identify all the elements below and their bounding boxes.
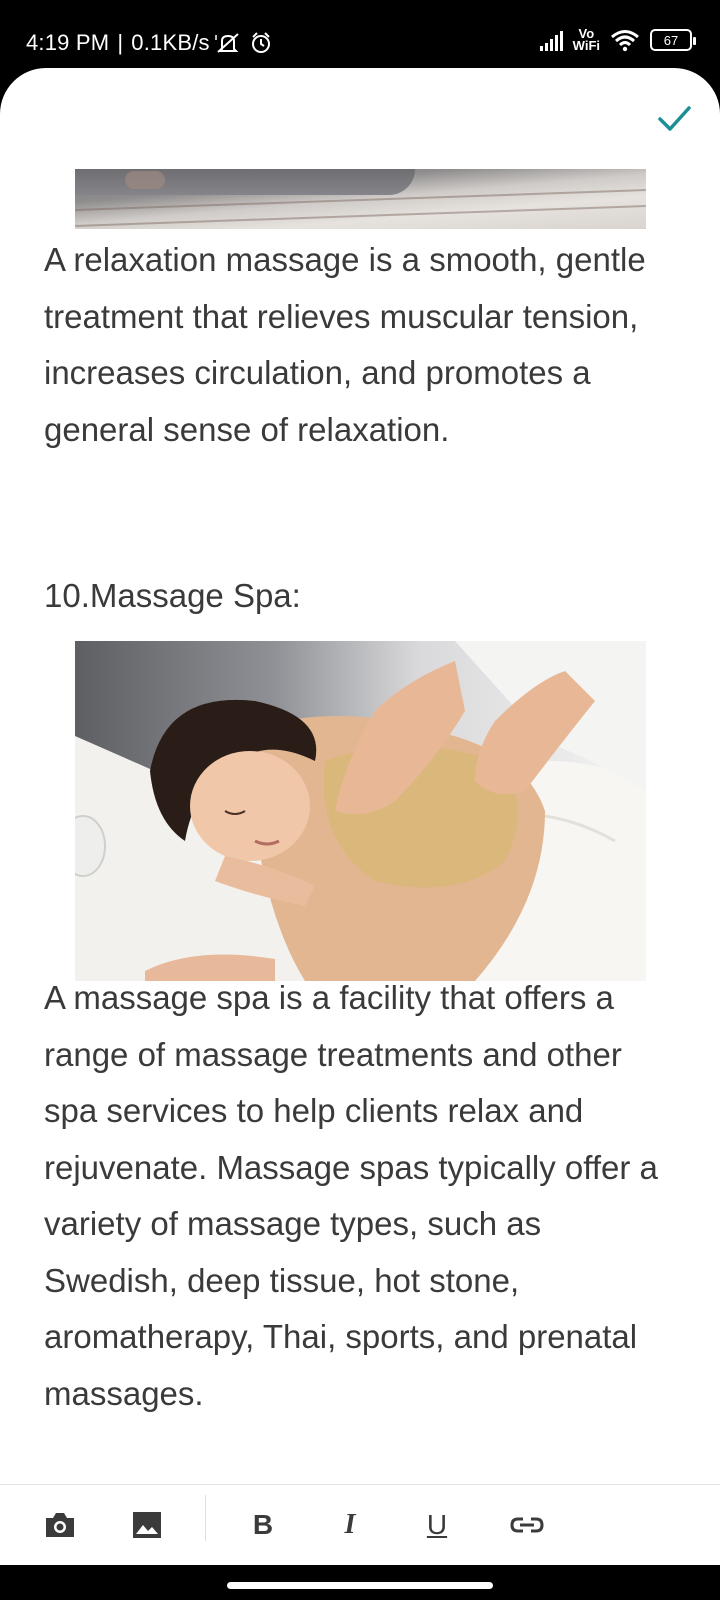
link-icon xyxy=(510,1517,544,1533)
toolbar-divider xyxy=(205,1495,206,1541)
status-time: 4:19 PM xyxy=(26,30,110,55)
status-bar: 4:19 PM | 0.1KB/s Vo WiFi 67 xyxy=(0,0,720,70)
italic-label: I xyxy=(344,1509,356,1540)
alarm-icon xyxy=(251,32,270,53)
image-button[interactable] xyxy=(125,1503,169,1547)
status-left: 4:19 PM | 0.1KB/s xyxy=(26,30,272,56)
image-icon xyxy=(133,1512,161,1538)
network-speed: 0.1KB/s xyxy=(131,30,210,55)
underline-label: U xyxy=(426,1509,448,1540)
underline-button[interactable]: U xyxy=(415,1503,459,1547)
massage-spa-image[interactable] xyxy=(75,641,646,981)
paragraph-relaxation-massage[interactable]: A relaxation massage is a smooth, gentle… xyxy=(44,232,684,458)
italic-button[interactable]: I xyxy=(328,1503,372,1547)
wifi-icon xyxy=(611,30,639,52)
massage-image-partial[interactable] xyxy=(75,169,646,229)
formatting-toolbar: B I U xyxy=(0,1484,720,1565)
status-right: Vo WiFi 67 xyxy=(539,27,696,53)
massage-spa-illustration xyxy=(75,641,646,981)
vowifi-bottom: WiFi xyxy=(572,38,600,53)
camera-icon xyxy=(46,1513,74,1537)
camera-button[interactable] xyxy=(38,1503,82,1547)
bold-label: B xyxy=(252,1509,274,1540)
check-icon[interactable] xyxy=(654,98,694,138)
signal-icon xyxy=(539,29,563,51)
bold-button[interactable]: B xyxy=(241,1503,285,1547)
navigation-bar xyxy=(0,1565,720,1600)
editor-sheet: A relaxation massage is a smooth, gentle… xyxy=(0,68,720,1565)
mute-icon xyxy=(214,33,239,53)
battery-indicator: 67 xyxy=(650,29,696,51)
home-indicator[interactable] xyxy=(227,1582,493,1589)
status-separator: | xyxy=(117,30,124,55)
paragraph-massage-spa[interactable]: A massage spa is a facility that offers … xyxy=(44,970,684,1422)
link-button[interactable] xyxy=(505,1503,549,1547)
vowifi-indicator: Vo WiFi xyxy=(572,27,600,53)
battery-level: 67 xyxy=(663,32,679,48)
heading-massage-spa[interactable]: 10.Massage Spa: xyxy=(44,577,301,615)
